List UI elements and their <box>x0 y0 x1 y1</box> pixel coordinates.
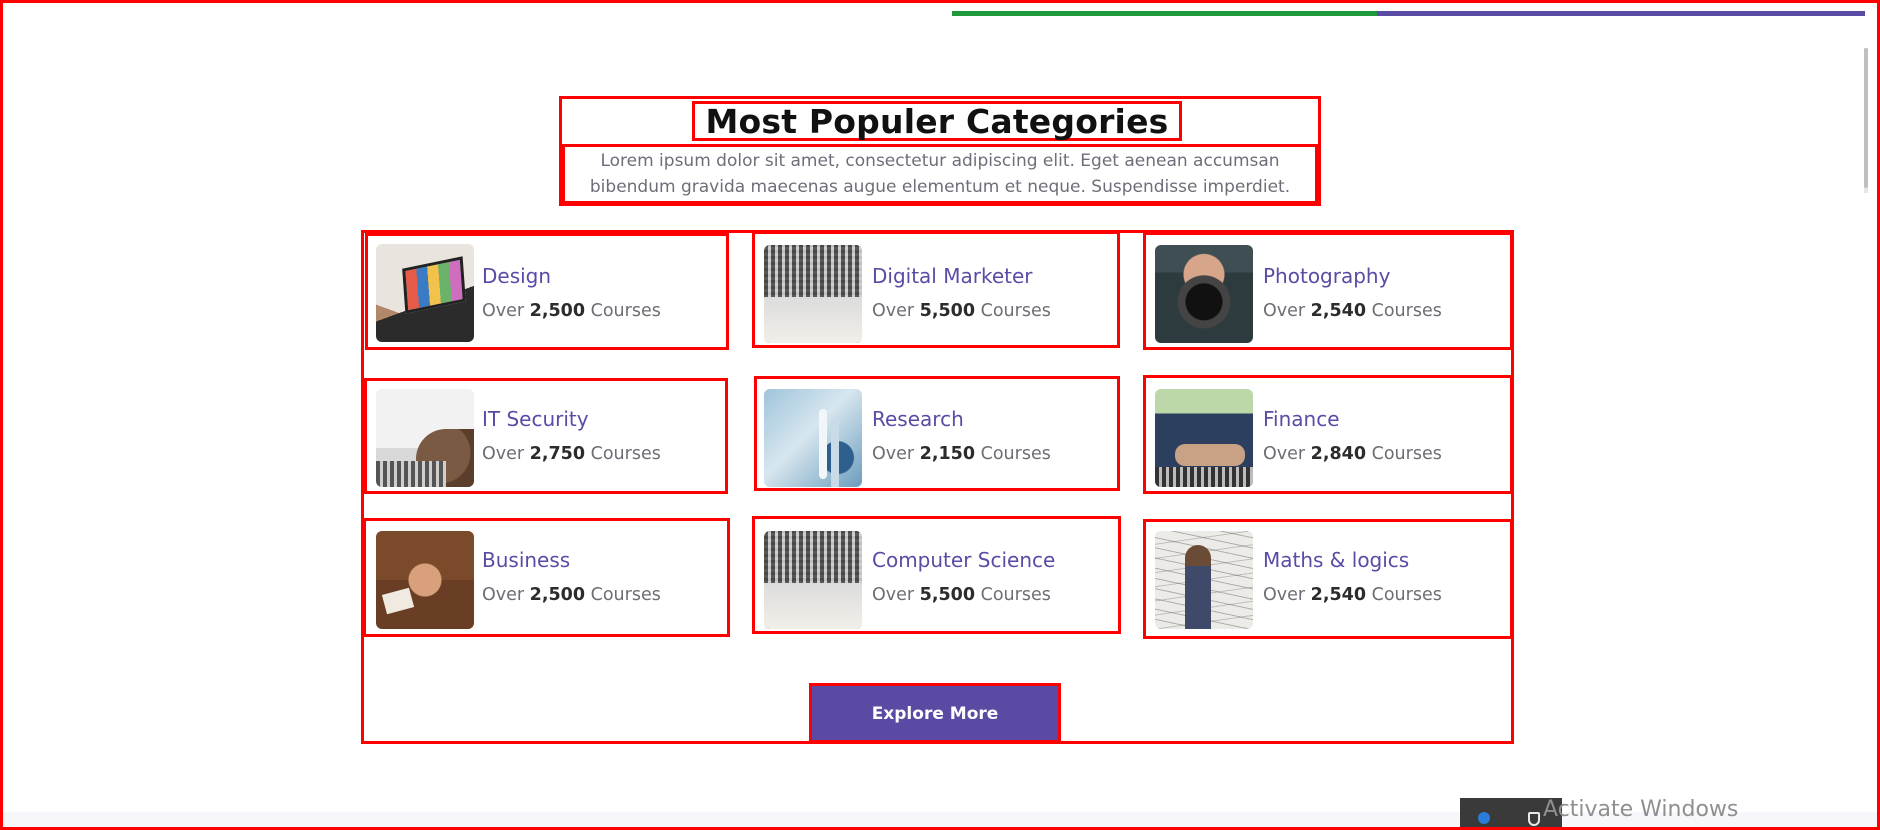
category-course-count: Over 2,150 Courses <box>872 444 1051 464</box>
progress-segment-green <box>952 11 1377 16</box>
category-course-count: Over 2,840 Courses <box>1263 444 1442 464</box>
scrollbar-thumb[interactable] <box>1864 48 1868 188</box>
category-course-count: Over 5,500 Courses <box>872 585 1051 605</box>
category-card-business[interactable]: Business Over 2,500 Courses <box>363 518 730 637</box>
category-card-photography[interactable]: Photography Over 2,540 Courses <box>1143 232 1513 350</box>
category-title[interactable]: Design <box>482 266 551 286</box>
category-card-it-security[interactable]: IT Security Over 2,750 Courses <box>364 378 728 494</box>
category-course-count: Over 2,500 Courses <box>482 585 661 605</box>
category-card-finance[interactable]: Finance Over 2,840 Courses <box>1143 375 1513 494</box>
design-thumbnail <box>376 244 474 342</box>
laptop-thumbnail <box>764 245 862 343</box>
shield-icon[interactable] <box>1528 812 1540 826</box>
bluetooth-icon[interactable] <box>1478 812 1490 824</box>
laptop-thumbnail <box>764 531 862 629</box>
category-card-design[interactable]: Design Over 2,500 Courses <box>365 233 729 350</box>
category-title[interactable]: Finance <box>1263 409 1340 429</box>
category-title[interactable]: Computer Science <box>872 550 1055 570</box>
category-title[interactable]: IT Security <box>482 409 589 429</box>
category-card-digital-marketer[interactable]: Digital Marketer Over 5,500 Courses <box>752 231 1120 348</box>
category-course-count: Over 2,540 Courses <box>1263 585 1442 605</box>
progress-segment-purple <box>1377 11 1865 16</box>
section-title-box: Most Populer Categories <box>692 101 1182 141</box>
category-card-maths-logics[interactable]: Maths & logics Over 2,540 Courses <box>1143 519 1513 639</box>
business-thumbnail <box>376 531 474 629</box>
category-title[interactable]: Maths & logics <box>1263 550 1409 570</box>
photographer-thumbnail <box>1155 245 1253 343</box>
it-security-thumbnail <box>376 389 474 487</box>
category-card-computer-science[interactable]: Computer Science Over 5,500 Courses <box>752 516 1121 634</box>
section-title: Most Populer Categories <box>705 101 1169 141</box>
activate-windows-watermark: Activate Windows <box>1543 797 1739 822</box>
explore-more-button[interactable]: Explore More <box>809 683 1061 743</box>
section-description-box: Lorem ipsum dolor sit amet, consectetur … <box>562 144 1318 204</box>
scroll-progress-bar <box>952 11 1865 16</box>
section-description: Lorem ipsum dolor sit amet, consectetur … <box>589 151 1291 197</box>
category-title[interactable]: Photography <box>1263 266 1390 286</box>
category-course-count: Over 5,500 Courses <box>872 301 1051 321</box>
category-course-count: Over 2,750 Courses <box>482 444 661 464</box>
category-course-count: Over 2,540 Courses <box>1263 301 1442 321</box>
finance-thumbnail <box>1155 389 1253 487</box>
category-title[interactable]: Digital Marketer <box>872 266 1033 286</box>
category-card-research[interactable]: Research Over 2,150 Courses <box>754 376 1120 491</box>
category-course-count: Over 2,500 Courses <box>482 301 661 321</box>
category-title[interactable]: Research <box>872 409 964 429</box>
maths-thumbnail <box>1155 531 1253 629</box>
research-thumbnail <box>764 389 862 487</box>
category-title[interactable]: Business <box>482 550 570 570</box>
